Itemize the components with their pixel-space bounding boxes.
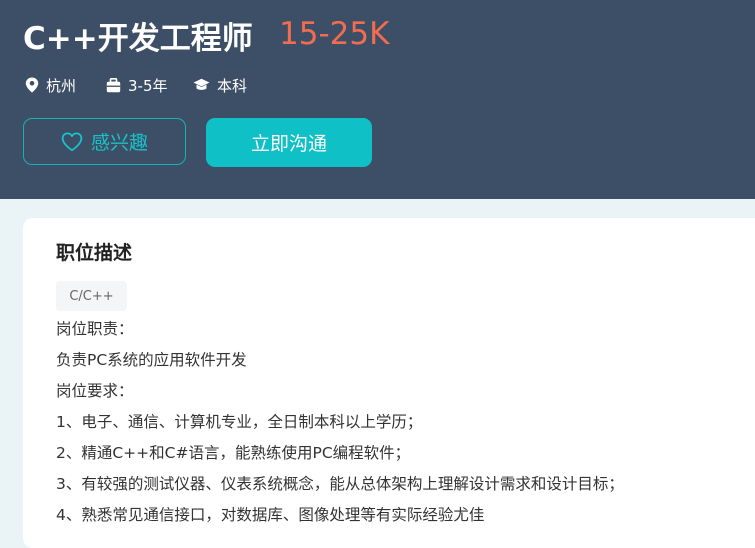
- heart-icon: [61, 132, 83, 151]
- skill-tag: C/C++: [56, 281, 127, 311]
- description-line: 3、有较强的测试仪器、仪表系统概念，能从总体架构上理解设计需求和设计目标；: [56, 475, 624, 493]
- briefcase-icon: [106, 77, 121, 92]
- education-info: 本科: [193, 74, 247, 96]
- description-line: 岗位职责：: [56, 320, 134, 338]
- description-line: 2、精通C++和C#语言，能熟练使用PC编程软件；: [56, 444, 411, 462]
- job-header: C++开发工程师 15-25K 杭州 3-5年 本科 感兴趣 立即沟通: [0, 0, 755, 199]
- description-line: 岗位要求：: [56, 382, 134, 400]
- description-line: 4、熟悉常见通信接口，对数据库、图像处理等有实际经验尤佳: [56, 506, 485, 524]
- interested-button[interactable]: 感兴趣: [23, 118, 186, 165]
- chat-now-button[interactable]: 立即沟通: [206, 118, 372, 167]
- experience-text: 3-5年: [128, 76, 168, 95]
- description-line: 1、电子、通信、计算机专业，全日制本科以上学历；: [56, 413, 423, 431]
- education-text: 本科: [217, 76, 248, 95]
- graduation-cap-icon: [193, 78, 210, 90]
- job-title: C++开发工程师: [23, 21, 253, 57]
- description-body: 岗位职责： 负责PC系统的应用软件开发 岗位要求： 1、电子、通信、计算机专业，…: [56, 314, 624, 531]
- location-text: 杭州: [46, 76, 77, 95]
- salary-range: 15-25K: [279, 16, 390, 52]
- experience-info: 3-5年: [106, 74, 168, 96]
- description-line: 负责PC系统的应用软件开发: [56, 351, 247, 369]
- interested-label: 感兴趣: [90, 132, 148, 154]
- description-heading: 职位描述: [56, 242, 133, 264]
- location-info: 杭州: [25, 74, 76, 96]
- location-pin-icon: [25, 77, 39, 93]
